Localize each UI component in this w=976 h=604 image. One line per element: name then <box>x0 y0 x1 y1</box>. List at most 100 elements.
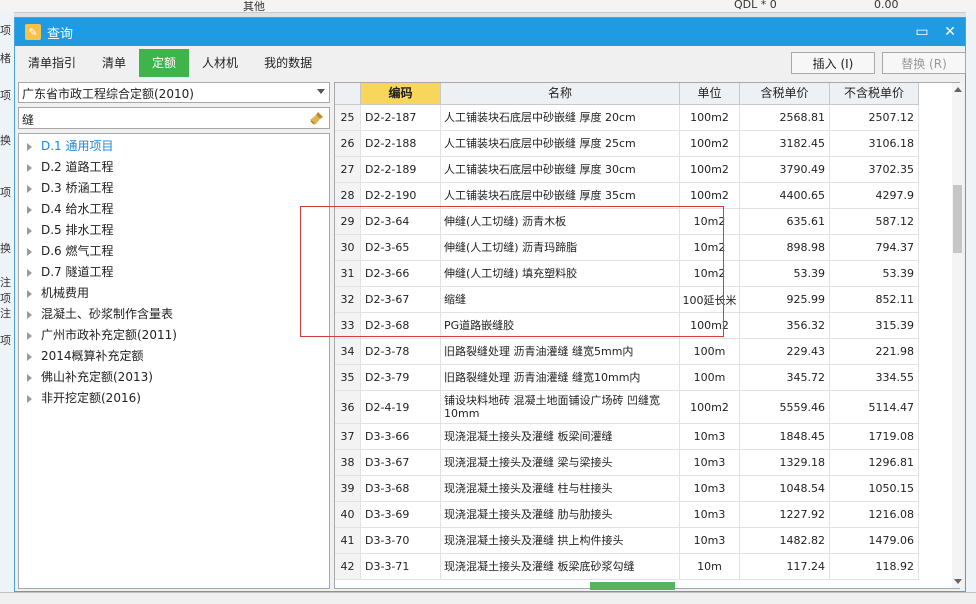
tree-node[interactable]: 广州市政补充定额(2011) <box>27 325 177 345</box>
tree-node[interactable]: 佛山补充定额(2013) <box>27 367 153 387</box>
scroll-thumb[interactable] <box>953 185 962 253</box>
tree-node[interactable]: D.2 道路工程 <box>27 157 114 177</box>
table-row[interactable]: 41 D3-3-70 现浇混凝土接头及灌缝 拱上构件接头 10m3 1482.82 147… <box>335 528 919 554</box>
cell-num: 32 <box>335 287 361 312</box>
expand-arrow-icon[interactable] <box>27 163 32 172</box>
cell-name: 现浇混凝土接头及灌缝 板梁底砂浆勾缝 <box>441 554 680 579</box>
table-row[interactable]: 28 D2-2-190 人工铺装块石底层中砂嵌缝 厚度 35cm 100m2 4400.… <box>335 183 919 209</box>
cell-code: D2-2-190 <box>361 183 441 208</box>
cell-code: D2-3-68 <box>361 313 441 338</box>
expand-arrow-icon[interactable] <box>27 289 32 298</box>
quota-library-select[interactable]: 广东省市政工程综合定额(2010) <box>18 82 330 103</box>
cell-unit: 100m <box>680 339 740 364</box>
table-row[interactable]: 26 D2-2-188 人工铺装块石底层中砂嵌缝 厚度 25cm 100m2 3182.… <box>335 131 919 157</box>
cell-tax-price: 229.43 <box>740 339 830 364</box>
clear-brush-icon[interactable] <box>309 110 325 126</box>
close-icon[interactable]: ✕ <box>939 22 961 42</box>
cell-unit: 10m3 <box>680 476 740 501</box>
bg-left-char: 项 <box>0 334 11 347</box>
cell-tax-price: 3790.49 <box>740 157 830 182</box>
expand-arrow-icon[interactable] <box>27 268 32 277</box>
scroll-up-icon[interactable] <box>954 87 962 92</box>
expand-arrow-icon[interactable] <box>27 331 32 340</box>
tree-node[interactable]: 非开挖定额(2016) <box>27 388 141 408</box>
tree-node[interactable]: 混凝土、砂浆制作含量表 <box>27 304 173 324</box>
column-header-name[interactable]: 名称 <box>441 83 680 104</box>
tab-list[interactable]: 清单 <box>89 49 139 77</box>
column-header-unit[interactable]: 单位 <box>680 83 740 104</box>
background-footer <box>0 592 976 604</box>
table-row[interactable]: 32 D2-3-67 缩缝 100延长米 925.99 852.11 <box>335 287 919 313</box>
tab-bar: 清单指引 清单 定额 人材机 我的数据 <box>15 49 325 77</box>
dialog-titlebar[interactable]: ✎ 查询 ▭ ✕ <box>15 18 965 46</box>
expand-arrow-icon[interactable] <box>27 142 32 151</box>
bg-left-char: 换 <box>0 134 11 147</box>
table-row[interactable]: 34 D2-3-78 旧路裂缝处理 沥青油灌缝 缝宽5mm内 100m 229.43 22… <box>335 339 919 365</box>
minimize-icon[interactable]: ▭ <box>911 22 933 42</box>
tab-quota[interactable]: 定额 <box>139 49 190 77</box>
expand-arrow-icon[interactable] <box>27 184 32 193</box>
scroll-down-icon[interactable] <box>954 579 962 584</box>
table-row[interactable]: 31 D2-3-66 伸缝(人工切缝) 填充塑料胶 10m2 53.39 53.39 <box>335 261 919 287</box>
table-row[interactable]: 40 D3-3-69 现浇混凝土接头及灌缝 肋与肋接头 10m3 1227.92 1216… <box>335 502 919 528</box>
tab-list-guide[interactable]: 清单指引 <box>15 49 89 77</box>
column-header-num[interactable] <box>335 83 361 104</box>
tree-node-label: D.2 道路工程 <box>41 160 114 174</box>
cell-name: 旧路裂缝处理 沥青油灌缝 缝宽10mm内 <box>441 365 680 390</box>
table-row[interactable]: 30 D2-3-65 伸缝(人工切缝) 沥青玛蹄脂 10m2 898.98 794.37 <box>335 235 919 261</box>
table-row[interactable]: 25 D2-2-187 人工铺装块石底层中砂嵌缝 厚度 20cm 100m2 2568.… <box>335 105 919 131</box>
table-scrollbar[interactable] <box>952 83 963 588</box>
cell-notax-price: 1296.81 <box>830 450 919 475</box>
tree-node-label: 非开挖定额(2016) <box>41 391 141 405</box>
tab-labor-material-machine[interactable]: 人材机 <box>189 49 251 77</box>
expand-arrow-icon[interactable] <box>27 310 32 319</box>
bg-text-other: 其他 <box>243 0 265 13</box>
tree-node[interactable]: D.1 通用项目 <box>27 136 114 156</box>
search-input[interactable]: 缝 <box>18 107 330 129</box>
cell-name: 现浇混凝土接头及灌缝 板梁间灌缝 <box>441 424 680 449</box>
expand-arrow-icon[interactable] <box>27 205 32 214</box>
tab-my-data[interactable]: 我的数据 <box>251 49 325 77</box>
expand-arrow-icon[interactable] <box>27 247 32 256</box>
cell-num: 37 <box>335 424 361 449</box>
chevron-down-icon[interactable] <box>317 89 325 94</box>
tree-node[interactable]: D.6 燃气工程 <box>27 241 114 261</box>
expand-arrow-icon[interactable] <box>27 373 32 382</box>
column-header-code[interactable]: 编码 <box>361 83 441 104</box>
tree-node[interactable]: D.3 桥涵工程 <box>27 178 114 198</box>
cell-code: D2-3-66 <box>361 261 441 286</box>
expand-arrow-icon[interactable] <box>27 352 32 361</box>
table-row[interactable]: 39 D3-3-68 现浇混凝土接头及灌缝 柱与柱接头 10m3 1048.54 1050… <box>335 476 919 502</box>
cell-num: 27 <box>335 157 361 182</box>
cell-name: 伸缝(人工切缝) 沥青木板 <box>441 209 680 234</box>
tree-node[interactable]: D.4 给水工程 <box>27 199 114 219</box>
column-header-tax-price[interactable]: 含税单价 <box>740 83 830 104</box>
cell-name: 现浇混凝土接头及灌缝 拱上构件接头 <box>441 528 680 553</box>
expand-arrow-icon[interactable] <box>27 394 32 403</box>
replace-button[interactable]: 替换 (R) <box>882 52 966 74</box>
tree-node[interactable]: 2014概算补充定额 <box>27 346 144 366</box>
tree-node[interactable]: D.7 隧道工程 <box>27 262 114 282</box>
tree-node-label: 混凝土、砂浆制作含量表 <box>41 307 174 321</box>
expand-arrow-icon[interactable] <box>27 226 32 235</box>
table-row[interactable]: 29 D2-3-64 伸缝(人工切缝) 沥青木板 10m2 635.61 587.12 <box>335 209 919 235</box>
cell-name: 伸缝(人工切缝) 沥青玛蹄脂 <box>441 235 680 260</box>
cell-notax-price: 852.11 <box>830 287 919 312</box>
column-header-notax-price[interactable]: 不含税单价 <box>830 83 919 104</box>
table-row[interactable]: 27 D2-2-189 人工铺装块石底层中砂嵌缝 厚度 30cm 100m2 3790.… <box>335 157 919 183</box>
table-row[interactable]: 42 D3-3-71 现浇混凝土接头及灌缝 板梁底砂浆勾缝 10m 117.24 118.… <box>335 554 919 580</box>
table-row[interactable]: 37 D3-3-66 现浇混凝土接头及灌缝 板梁间灌缝 10m3 1848.45 1719… <box>335 424 919 450</box>
cell-code: D2-3-67 <box>361 287 441 312</box>
cell-unit: 10m2 <box>680 261 740 286</box>
table-row[interactable]: 35 D2-3-79 旧路裂缝处理 沥青油灌缝 缝宽10mm内 100m 345.72 3… <box>335 365 919 391</box>
cell-name: 现浇混凝土接头及灌缝 梁与梁接头 <box>441 450 680 475</box>
table-row[interactable]: 36 D2-4-19 铺设块料地砖 混凝土地面铺设广场砖 凹缝宽10mm 100m2 5… <box>335 391 919 424</box>
tree-node[interactable]: D.5 排水工程 <box>27 220 114 240</box>
cell-code: D3-3-71 <box>361 554 441 579</box>
tree-node[interactable]: 机械费用 <box>27 283 89 303</box>
table-row[interactable]: 33 D2-3-68 PG道路嵌缝胶 100m2 356.32 315.39 <box>335 313 919 339</box>
table-row[interactable]: 38 D3-3-67 现浇混凝土接头及灌缝 梁与梁接头 10m3 1329.18 1296… <box>335 450 919 476</box>
insert-button[interactable]: 插入 (I) <box>791 52 875 74</box>
cell-name: 伸缝(人工切缝) 填充塑料胶 <box>441 261 680 286</box>
cell-unit: 10m2 <box>680 235 740 260</box>
